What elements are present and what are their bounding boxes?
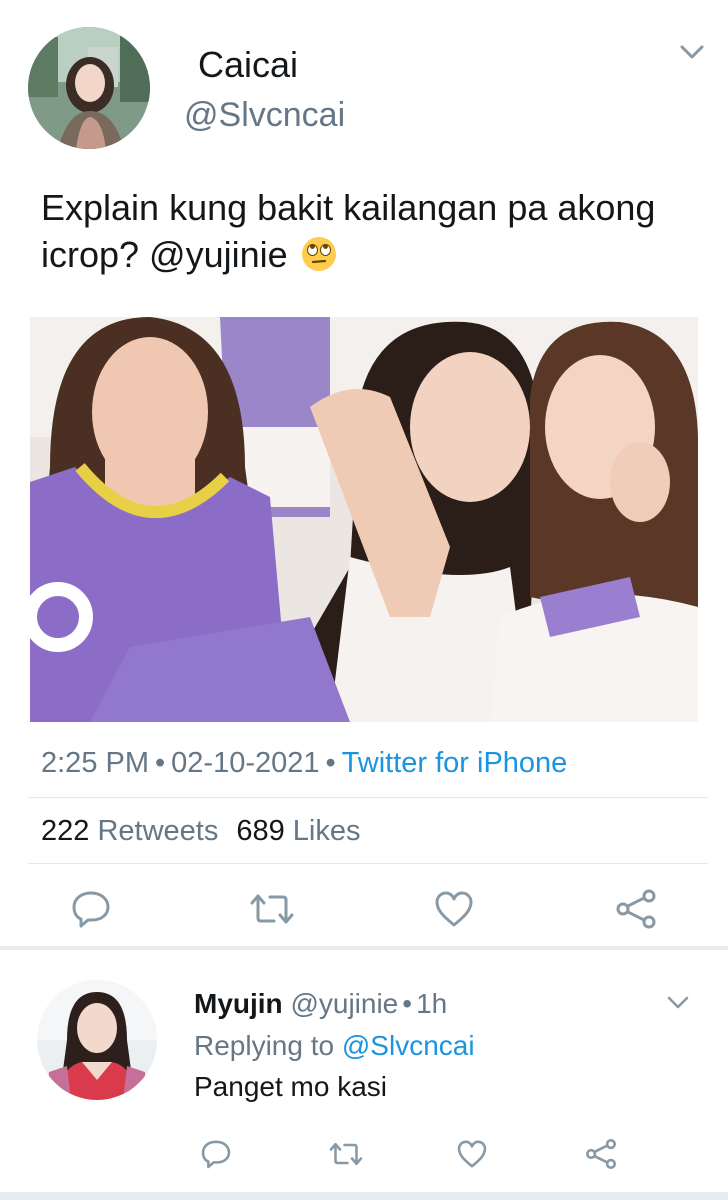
- tweet-actions: [0, 880, 728, 934]
- reply-time: 1h: [416, 988, 448, 1019]
- eye-roll-emoji-icon: [301, 237, 336, 271]
- section-separator: [0, 1192, 728, 1200]
- tweet-source-link[interactable]: Twitter for iPhone: [342, 747, 568, 779]
- tweet-date: 02-10-2021: [171, 747, 320, 779]
- retweet-icon[interactable]: [248, 888, 296, 930]
- reply-display-name[interactable]: Myujin: [194, 988, 283, 1019]
- reply-handle[interactable]: @yujinie: [290, 988, 398, 1019]
- reply-icon[interactable]: [200, 1138, 232, 1170]
- author-avatar[interactable]: [28, 27, 150, 149]
- reply-author-avatar[interactable]: [37, 980, 157, 1100]
- replying-to-handle[interactable]: @Slvcncai: [342, 1030, 475, 1061]
- meta-separator: •: [325, 747, 336, 779]
- tweet-meta: 2:25 PM • 02-10-2021 • Twitter for iPhone: [41, 747, 567, 780]
- tweet-stats: 222 Retweets 689 Likes: [41, 815, 361, 848]
- likes-label: Likes: [292, 815, 361, 847]
- tweet-text: Explain kung bakit kailangan pa akong ic…: [41, 184, 701, 278]
- reply-separator: •: [402, 988, 413, 1019]
- likes-count: 689: [236, 815, 285, 847]
- retweets-stat[interactable]: 222 Retweets: [41, 815, 218, 847]
- chevron-down-icon[interactable]: [676, 36, 708, 68]
- like-icon[interactable]: [433, 888, 475, 930]
- meta-separator: •: [155, 747, 166, 779]
- share-icon[interactable]: [584, 1138, 618, 1170]
- replying-prefix: Replying to: [194, 1030, 335, 1061]
- chevron-down-icon[interactable]: [664, 988, 692, 1016]
- tweet-photo[interactable]: [30, 317, 698, 722]
- like-icon[interactable]: [456, 1138, 488, 1170]
- author-display-name[interactable]: Caicai: [198, 44, 298, 86]
- reply-icon[interactable]: [70, 888, 112, 930]
- author-handle[interactable]: @Slvcncai: [184, 96, 345, 135]
- retweets-count: 222: [41, 815, 90, 847]
- reply-tweet[interactable]: Myujin @yujinie • 1h Replying to @Slvcncai…: [0, 950, 728, 1200]
- reply-actions: [0, 1136, 728, 1176]
- divider: [28, 863, 708, 864]
- tweet-text-body: Explain kung bakit kailangan pa akong ic…: [41, 187, 656, 275]
- tweet-time: 2:25 PM: [41, 747, 149, 779]
- main-tweet: Caicai @Slvcncai Explain kung bakit kail…: [0, 0, 728, 948]
- divider: [28, 797, 708, 798]
- reply-text: Panget mo kasi: [194, 1071, 387, 1102]
- reply-header: Myujin @yujinie • 1h: [194, 988, 447, 1020]
- share-icon[interactable]: [614, 888, 658, 930]
- likes-stat[interactable]: 689 Likes: [236, 815, 360, 847]
- retweet-icon[interactable]: [328, 1138, 364, 1170]
- retweets-label: Retweets: [97, 815, 219, 847]
- replying-to: Replying to @Slvcncai: [194, 1030, 475, 1062]
